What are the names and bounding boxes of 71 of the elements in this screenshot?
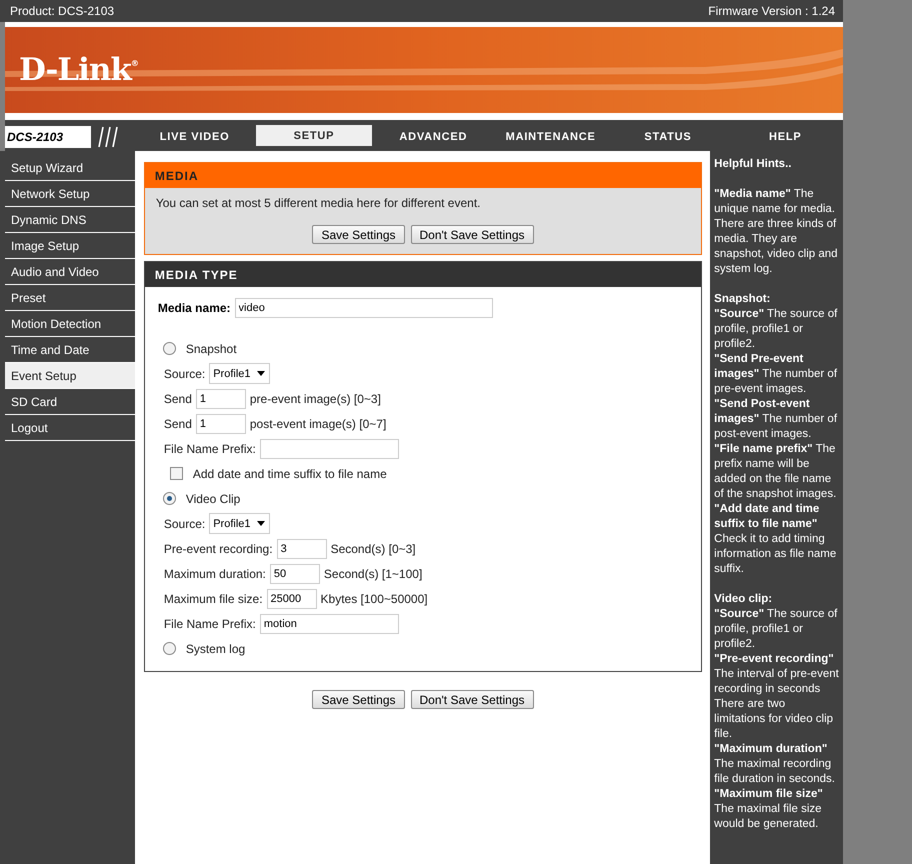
input-field[interactable] — [260, 438, 399, 458]
input-field[interactable]: 3 — [276, 538, 327, 558]
hint-text: "Media name" The unique name for media. There are three kinds of media. They are snapshot, video clip and system log. — [714, 187, 839, 277]
hint-text: "Maximum file size" The maximal file size would be generated. — [714, 787, 824, 832]
sidebar-item[interactable]: Logout — [5, 415, 135, 441]
nav-tab[interactable]: SETUP — [256, 125, 372, 146]
caret-icon — [256, 521, 264, 526]
hint-text: "File name prefix" The prefix name will be added on the file name of the snapshot images. — [714, 442, 838, 502]
hint-text: "Maximum duration" The maximal recording file duration in seconds. — [714, 742, 836, 787]
field-hint: post-event image(s) [0~7] — [250, 416, 386, 430]
radio-label: Snapshot — [186, 342, 237, 356]
sidebar-item[interactable]: Dynamic DNS — [5, 207, 135, 233]
caret-icon — [256, 371, 264, 376]
model-label: DCS-2103 — [5, 126, 91, 148]
settings-button[interactable]: Save Settings — [312, 225, 404, 244]
radio-button[interactable] — [162, 642, 176, 655]
field-label: Source: — [164, 366, 206, 380]
section-title: MEDIA TYPE — [154, 268, 238, 282]
hint-text: "Source" The source of profile, profile1 or profile2. — [714, 607, 838, 652]
field-label: Pre-event recording: — [164, 542, 273, 556]
field-label: Maximum duration: — [164, 566, 266, 580]
hint-text: "Send Post-event images" The number of post-event images. — [714, 397, 838, 442]
hints-title: Helpful Hints.. — [714, 157, 792, 172]
radio-label: Video Clip — [186, 492, 240, 506]
checkbox-label: Add date and time suffix to file name — [192, 466, 387, 480]
sidebar-item[interactable]: SD Card — [5, 389, 135, 415]
media-name-field[interactable]: video — [234, 298, 493, 318]
sidebar-item[interactable]: Image Setup — [5, 233, 135, 259]
media-description: You can set at most 5 different media here for different event. — [156, 196, 482, 210]
sidebar-item[interactable]: Event Setup — [5, 363, 135, 389]
hint-heading: Video clip: — [714, 592, 774, 607]
field-label: Maximum file size: — [164, 592, 263, 606]
input-field[interactable]: motion — [260, 614, 399, 634]
section-title: MEDIA — [154, 168, 199, 182]
sidebar-item[interactable]: Preset — [5, 285, 135, 311]
firmware-label: Firmware Version : 1.24 — [708, 4, 835, 18]
sidebar-item[interactable]: Network Setup — [5, 181, 135, 207]
input-field[interactable]: 1 — [196, 414, 246, 434]
input-field[interactable]: 50 — [270, 564, 320, 584]
radio-button[interactable] — [162, 342, 176, 355]
checkbox[interactable] — [170, 467, 183, 480]
product-label: Product: DCS-2103 — [10, 4, 114, 18]
field-hint: Second(s) [1~100] — [324, 566, 422, 580]
hint-text: "Pre-event recording" The interval of pre-event recording in seconds There are two limitations for video clip file. — [714, 652, 839, 742]
field-hint: Kbytes [100~50000] — [320, 592, 428, 606]
sidebar-item[interactable]: Setup Wizard — [5, 155, 135, 181]
input-field[interactable]: 25000 — [266, 588, 317, 608]
field-label: Source: — [164, 516, 206, 530]
field-label: Send — [164, 392, 192, 406]
field-hint: pre-event image(s) [0~3] — [250, 392, 381, 406]
radio-button[interactable] — [162, 492, 176, 505]
logo: D-Link$^{®}$ — [19, 52, 138, 88]
source-select[interactable]: Profile1 — [209, 513, 270, 534]
field-label: File Name Prefix: — [164, 442, 256, 456]
radio-label: System log — [186, 642, 246, 656]
input-field[interactable]: 1 — [196, 388, 246, 408]
field-hint: Second(s) [0~3] — [330, 542, 416, 556]
hint-text: "Send Pre-event images" The number of pre-event images. — [714, 352, 838, 397]
slashes-icon — [97, 124, 121, 148]
media-name-label: Media name: — [158, 300, 231, 314]
source-select[interactable]: Profile1 — [209, 363, 270, 384]
settings-button[interactable]: Save Settings — [312, 690, 404, 709]
hint-text: "Source" The source of profile, profile1 or profile2. — [714, 307, 838, 352]
field-label: File Name Prefix: — [164, 616, 256, 630]
sidebar-item[interactable]: Audio and Video — [5, 259, 135, 285]
hint-text: "Add date and time suffix to file name" Check it to add timing information as file name suffix. — [714, 502, 838, 577]
hint-heading: Snapshot: — [714, 292, 772, 307]
settings-button[interactable]: Don't Save Settings — [410, 225, 534, 244]
field-label: Send — [164, 416, 192, 430]
sidebar-item[interactable]: Motion Detection — [5, 311, 135, 337]
settings-button[interactable]: Don't Save Settings — [410, 690, 534, 709]
